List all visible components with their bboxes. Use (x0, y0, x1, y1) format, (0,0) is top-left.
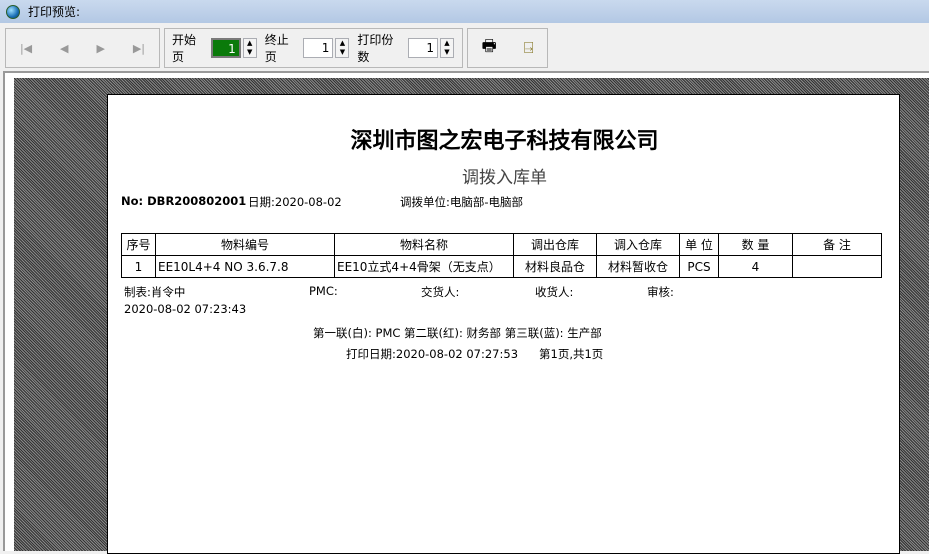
window-title: 打印预览: (28, 5, 81, 19)
start-page-label: 开始页 (172, 33, 197, 64)
last-page-icon[interactable]: ▶| (133, 42, 145, 55)
title-bar: 打印预览: (0, 0, 929, 23)
cell: 1 (121, 255, 156, 278)
col-header: 物料名称 (334, 233, 514, 256)
document-title: 调拨入库单 (462, 168, 547, 188)
start-page-input[interactable]: 1 (210, 38, 241, 58)
copies-label: 打印份数 (357, 33, 394, 64)
table-row: 1 EE10L4+4 NO 3.6.7.8 EE10立式4+4骨架（无支点） 材… (121, 255, 882, 278)
actions-group: 🖶 ⍈ (467, 28, 548, 68)
first-page-icon[interactable]: |◀ (20, 42, 32, 55)
print-page: 深圳市图之宏电子科技有限公司 调拨入库单 No: DBR200802001 日期… (107, 94, 900, 554)
cell (792, 255, 882, 278)
prev-page-icon[interactable]: ◀ (60, 42, 68, 55)
col-header: 序号 (121, 233, 156, 256)
page-navigation-group: |◀ ◀ ▶ ▶| (5, 28, 160, 68)
print-date: 打印日期:2020-08-02 07:27:53 (346, 347, 519, 361)
items-table: 序号 物料编号 物料名称 调出仓库 调入仓库 单 位 数 量 备 注 1 EE1… (121, 233, 882, 278)
col-header: 调出仓库 (513, 233, 597, 256)
cell: 材料良品仓 (513, 255, 597, 278)
made-time: 2020-08-02 07:23:43 (124, 302, 247, 316)
cell: 材料暂收仓 (596, 255, 680, 278)
cell: EE10L4+4 NO 3.6.7.8 (155, 255, 335, 278)
copies-input[interactable]: 1 (408, 38, 438, 58)
col-header: 备 注 (792, 233, 882, 256)
app-globe-icon (6, 4, 20, 19)
copies-note: 第一联(白): PMC 第二联(红): 财务部 第三联(蓝): 生产部 (313, 326, 602, 340)
printer-icon[interactable]: 🖶 (482, 35, 497, 62)
end-page-label: 终止页 (264, 33, 289, 64)
next-page-icon[interactable]: ▶ (96, 42, 104, 55)
cell: EE10立式4+4骨架（无支点） (334, 255, 514, 278)
table-header-row: 序号 物料编号 物料名称 调出仓库 调入仓库 单 位 数 量 备 注 (121, 233, 882, 256)
col-header: 数 量 (718, 233, 793, 256)
page-info: 第1页,共1页 (539, 347, 604, 361)
doc-date: 日期:2020-08-02 (248, 195, 342, 209)
receiver: 收货人: (535, 285, 574, 299)
copies-spinner[interactable]: ▲ ▼ (440, 38, 454, 58)
doc-number: No: DBR200802001 (121, 194, 247, 208)
cell: PCS (679, 255, 719, 278)
exit-door-icon[interactable]: ⍈ (524, 38, 534, 58)
col-header: 调入仓库 (596, 233, 680, 256)
start-page-spinner[interactable]: ▲ ▼ (242, 38, 257, 58)
deliverer: 交货人: (421, 285, 460, 299)
end-page-spinner[interactable]: ▲ ▼ (335, 38, 350, 58)
cell: 4 (718, 255, 793, 278)
auditor: 审核: (647, 285, 674, 299)
page-range-group: 开始页 1 ▲ ▼ 终止页 1 ▲ ▼ 打印份数 1 ▲ ▼ (164, 28, 463, 68)
col-header: 单 位 (679, 233, 719, 256)
transfer-unit: 调拨单位:电脑部-电脑部 (400, 195, 524, 209)
pmc: PMC: (309, 284, 338, 298)
company-name: 深圳市图之宏电子科技有限公司 (350, 128, 659, 154)
col-header: 物料编号 (155, 233, 335, 256)
maker: 制表:肖令中 (124, 285, 186, 299)
end-page-input[interactable]: 1 (303, 38, 334, 58)
